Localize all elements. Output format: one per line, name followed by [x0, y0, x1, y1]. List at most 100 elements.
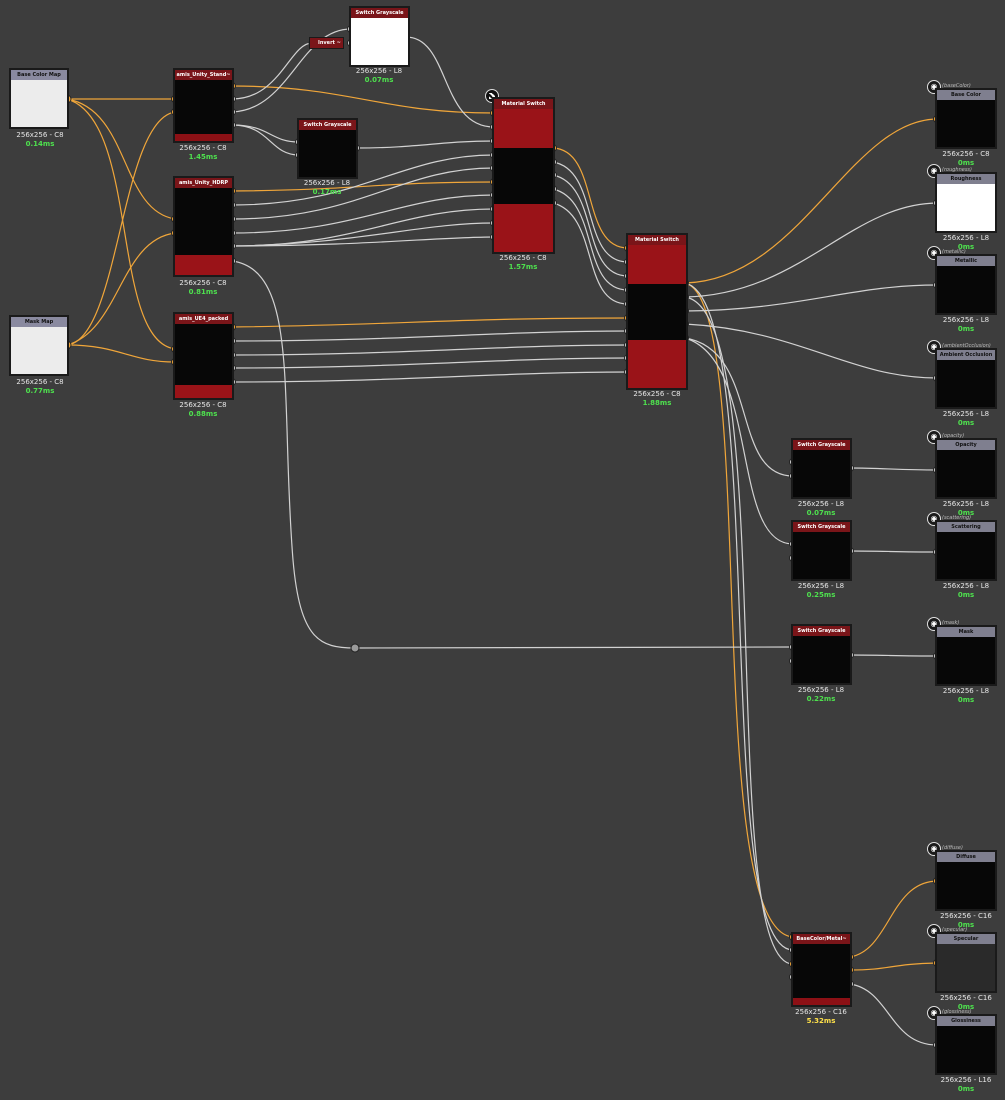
node-title: Specular	[937, 934, 995, 944]
node-time: 1.57ms	[508, 263, 538, 271]
node-info: 256x256 - C8	[499, 254, 547, 262]
node-title: Scattering	[937, 522, 995, 532]
output-opacity[interactable]: Opacity	[935, 438, 997, 499]
node-red-bottom	[628, 340, 686, 388]
node-info: 256x256 - L8	[797, 686, 845, 694]
node-thumbnail	[11, 327, 67, 374]
node-title: Switch Grayscale	[793, 522, 850, 532]
node-title: Glossiness	[937, 1016, 995, 1026]
node-thumbnail	[351, 18, 408, 65]
node-title: Roughness	[937, 174, 995, 184]
node-time: 0.22ms	[806, 695, 836, 703]
node-title: Switch Grayscale	[793, 626, 850, 636]
node-info: 256x256 - C8	[179, 279, 227, 287]
node-info: 256x256 - L8	[797, 582, 845, 590]
node-title: Ambient Occlusion	[937, 350, 995, 360]
node-title: amis_Unity_HDRP	[175, 178, 232, 188]
node-time: 0.77ms	[25, 387, 55, 395]
node-title: Invert ~	[318, 40, 341, 46]
node-time: 0.25ms	[806, 591, 836, 599]
node-amis-unity-standard[interactable]: amis_Unity_Stand~	[173, 68, 234, 143]
node-time: 0ms	[957, 325, 975, 333]
node-switch-grayscale-opacity[interactable]: Switch Grayscale	[791, 438, 852, 499]
node-info: 256x256 - L8	[942, 410, 990, 418]
node-amis-unity-hdrp[interactable]: amis_Unity_HDRP	[173, 176, 234, 277]
output-diffuse[interactable]: Diffuse	[935, 850, 997, 911]
node-info: 256x256 - L8	[355, 67, 403, 75]
node-time: 0ms	[957, 419, 975, 427]
node-title: Mask	[937, 627, 995, 637]
node-info: 256x256 - C16	[795, 1008, 847, 1016]
node-time: 0.88ms	[188, 410, 218, 418]
output-roughness[interactable]: Roughness	[935, 172, 997, 233]
node-time: 0ms	[957, 591, 975, 599]
node-title: Base Color	[937, 90, 995, 100]
node-time: 0.81ms	[188, 288, 218, 296]
node-info: 256x256 - C8	[16, 378, 64, 386]
node-info: 256x256 - C16	[940, 994, 992, 1002]
output-base-color[interactable]: Base Color	[935, 88, 997, 149]
node-time: 0ms	[957, 1085, 975, 1093]
node-info: 256x256 - L8	[303, 179, 351, 187]
node-material-switch-2[interactable]: Material Switch	[626, 233, 688, 390]
node-title: Switch Grayscale	[793, 440, 850, 450]
node-info: 256x256 - L8	[942, 500, 990, 508]
output-ambient-occlusion[interactable]: Ambient Occlusion	[935, 348, 997, 409]
node-title: BaseColor/Metal~	[793, 934, 850, 944]
output-metallic[interactable]: Metallic	[935, 254, 997, 315]
node-info: 256x256 - L8	[942, 582, 990, 590]
node-time: 1.88ms	[642, 399, 672, 407]
node-title: Switch Grayscale	[351, 8, 408, 18]
node-red-top	[628, 245, 686, 284]
node-title: Mask Map	[11, 317, 67, 327]
output-glossiness[interactable]: Glossiness	[935, 1014, 997, 1075]
node-invert[interactable]: Invert ~	[309, 37, 344, 49]
output-scattering[interactable]: Scattering	[935, 520, 997, 581]
node-info: 256x256 - C8	[16, 131, 64, 139]
node-time: 0.07ms	[806, 509, 836, 517]
node-time: 0.17ms	[312, 188, 342, 196]
node-info: 256x256 - C8	[633, 390, 681, 398]
node-info: 256x256 - L8	[942, 234, 990, 242]
node-title: Material Switch	[628, 235, 686, 245]
node-title: amis_Unity_Stand~	[175, 70, 232, 80]
node-switch-grayscale-top[interactable]: Switch Grayscale	[349, 6, 410, 67]
node-switch-grayscale-mid[interactable]: Switch Grayscale	[297, 118, 358, 179]
node-info: 256x256 - C8	[179, 401, 227, 409]
node-red-bottom	[494, 204, 553, 252]
node-title: amis_UE4_packed	[175, 314, 232, 324]
node-footer	[175, 385, 232, 398]
node-switch-grayscale-scattering[interactable]: Switch Grayscale	[791, 520, 852, 581]
node-time: 0ms	[957, 696, 975, 704]
node-title: Base Color Map	[11, 70, 67, 80]
node-material-switch-1[interactable]: Material Switch	[492, 97, 555, 254]
node-info: 256x256 - L8	[942, 316, 990, 324]
node-footer	[175, 255, 232, 275]
output-mask[interactable]: Mask	[935, 625, 997, 686]
node-thumbnail	[11, 80, 67, 127]
node-title: Diffuse	[937, 852, 995, 862]
node-thumbnail	[937, 184, 995, 231]
node-time: 5.32ms	[806, 1017, 836, 1025]
node-amis-ue4-packed[interactable]: amis_UE4_packed	[173, 312, 234, 400]
node-time: 1.45ms	[188, 153, 218, 161]
node-info: 256x256 - L16	[940, 1076, 992, 1084]
node-info: 256x256 - L8	[797, 500, 845, 508]
node-footer	[175, 134, 232, 141]
node-title: Opacity	[937, 440, 995, 450]
node-info: 256x256 - L8	[942, 687, 990, 695]
node-info: 256x256 - C8	[179, 144, 227, 152]
node-switch-grayscale-mask[interactable]: Switch Grayscale	[791, 624, 852, 685]
node-info: 256x256 - C8	[942, 150, 990, 158]
node-info: 256x256 - C16	[940, 912, 992, 920]
node-basecolor-metal[interactable]: BaseColor/Metal~	[791, 932, 852, 1007]
node-title: Switch Grayscale	[299, 120, 356, 130]
output-specular[interactable]: Specular	[935, 932, 997, 993]
node-footer	[793, 998, 850, 1005]
node-time: 0.07ms	[364, 76, 394, 84]
node-title: Metallic	[937, 256, 995, 266]
node-title: Material Switch	[494, 99, 553, 109]
node-base-color-map[interactable]: Base Color Map	[9, 68, 69, 129]
node-red-top	[494, 109, 553, 148]
node-mask-map[interactable]: Mask Map	[9, 315, 69, 376]
